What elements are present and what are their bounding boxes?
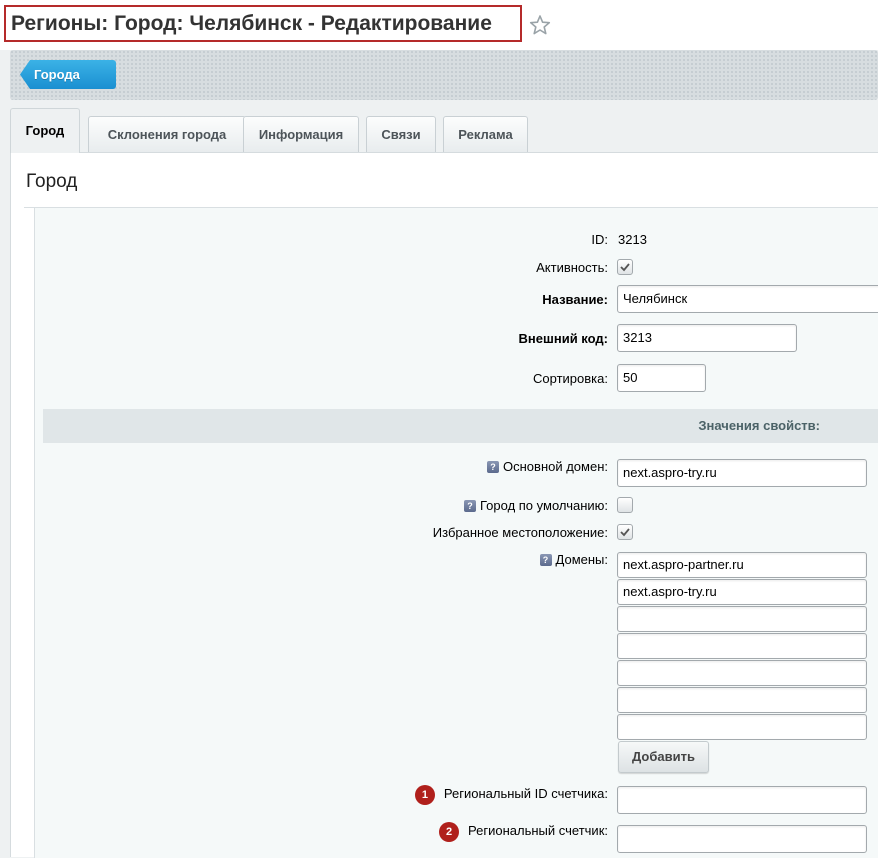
default-city-checkbox[interactable] <box>617 497 633 513</box>
edit-panel: Город <box>10 152 878 858</box>
external-code-label: Внешний код: <box>518 331 608 346</box>
add-domain-button[interactable]: Добавить <box>618 741 709 773</box>
main-domain-input[interactable]: next.aspro-try.ru <box>617 459 867 487</box>
tab-links[interactable]: Связи <box>366 116 436 152</box>
help-icon[interactable]: ? <box>539 554 552 566</box>
default-city-label-text: Город по умолчанию: <box>480 498 608 513</box>
favorite-location-label: Избранное местоположение: <box>432 525 608 540</box>
domain-input-1[interactable]: next.aspro-partner.ru <box>617 552 867 578</box>
default-city-label: ? Город по умолчанию: <box>464 498 608 513</box>
domain-input-3[interactable] <box>617 606 867 632</box>
checkmark-icon <box>620 263 630 272</box>
properties-heading: Значения свойств: <box>698 418 820 433</box>
domains-label-text: Домены: <box>555 552 608 567</box>
number-badge: 1 <box>414 785 435 805</box>
back-to-cities-button[interactable]: Города <box>20 60 116 89</box>
number-badge: 2 <box>439 822 460 842</box>
counter-label-text: Региональный счетчик: <box>468 823 608 838</box>
sort-input[interactable]: 50 <box>617 364 706 392</box>
domain-input-2[interactable]: next.aspro-try.ru <box>617 579 867 605</box>
name-input[interactable]: Челябинск <box>617 285 878 313</box>
help-icon[interactable]: ? <box>487 461 500 473</box>
id-label: ID: <box>591 232 608 247</box>
toolbar: Города <box>10 50 878 100</box>
id-value: 3213 <box>618 232 647 247</box>
tab-bar: Город Склонения города Информация Связи … <box>10 108 878 153</box>
tab-city-declensions[interactable]: Склонения города <box>88 116 246 152</box>
counter-label: 2 Региональный счетчик: <box>439 821 608 842</box>
counter-id-label: 1 Региональный ID счетчика: <box>414 784 608 805</box>
properties-heading-band: Значения свойств: <box>43 409 878 443</box>
page-title: Регионы: Город: Челябинск - Редактирован… <box>4 5 522 42</box>
counter-input[interactable] <box>617 825 867 853</box>
title-bar: Регионы: Город: Челябинск - Редактирован… <box>0 0 878 50</box>
domain-input-5[interactable] <box>617 660 867 686</box>
name-label: Название: <box>542 292 608 307</box>
sort-label: Сортировка: <box>533 371 608 386</box>
tab-advertising[interactable]: Реклама <box>443 116 528 152</box>
main-domain-label-text: Основной домен: <box>503 459 608 474</box>
tab-information[interactable]: Информация <box>243 116 359 152</box>
external-code-input[interactable]: 3213 <box>617 324 797 352</box>
domains-label: ? Домены: <box>539 552 608 567</box>
star-icon[interactable] <box>529 14 551 36</box>
active-checkbox[interactable] <box>617 259 633 275</box>
tab-city[interactable]: Город <box>10 108 80 153</box>
help-icon[interactable]: ? <box>464 500 476 512</box>
favorite-location-checkbox[interactable] <box>617 524 633 540</box>
section-title: Город <box>26 171 78 192</box>
domain-input-4[interactable] <box>617 633 867 659</box>
counter-id-label-text: Региональный ID счетчика: <box>443 786 608 801</box>
main-domain-label: ? Основной домен: <box>487 459 608 474</box>
counter-id-input[interactable] <box>617 786 867 814</box>
checkmark-icon <box>620 528 630 537</box>
domain-input-6[interactable] <box>617 687 867 713</box>
domain-input-7[interactable] <box>617 714 867 740</box>
active-label: Активность: <box>536 260 608 275</box>
